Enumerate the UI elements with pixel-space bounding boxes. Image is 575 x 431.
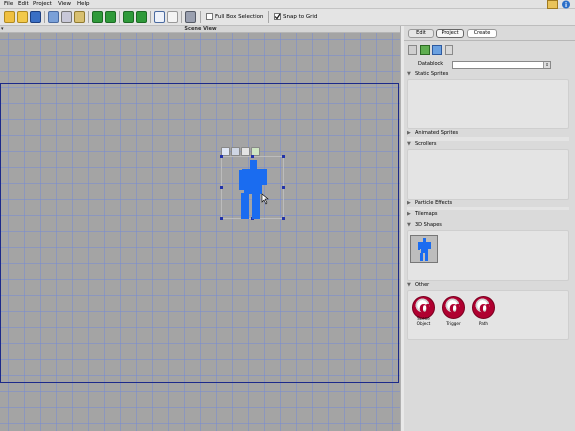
scene-object-item[interactable]: g Scene Object xyxy=(410,295,437,327)
toolbar-separator xyxy=(200,11,201,23)
copy-icon[interactable] xyxy=(61,11,72,23)
section-particle-effects[interactable]: ▶ Particle Effects xyxy=(407,200,569,207)
mail-icon[interactable] xyxy=(547,0,558,9)
tab-project[interactable]: Project xyxy=(436,29,464,38)
section-label: Other xyxy=(415,282,430,288)
full-box-selection-label: Full Box Selection xyxy=(215,14,264,20)
trigger-item[interactable]: g Trigger xyxy=(440,295,467,327)
image-blue-icon[interactable] xyxy=(432,45,442,55)
scene-view-title: Scene View xyxy=(184,26,217,32)
menu-project[interactable]: Project xyxy=(33,1,52,8)
path-logo-icon: g xyxy=(472,296,495,319)
cut-icon[interactable] xyxy=(48,11,59,23)
sprite-list-icon[interactable] xyxy=(408,45,417,55)
lock-tool-icon[interactable] xyxy=(241,147,250,156)
toolbar-separator xyxy=(268,11,269,23)
robot-thumbnail-icon xyxy=(418,238,431,261)
dropdown-arrow-icon: ⇕ xyxy=(543,62,550,68)
robot-figure-icon[interactable] xyxy=(222,157,285,220)
info-icon[interactable]: i xyxy=(561,0,572,9)
section-label: Animated Sprites xyxy=(415,130,459,136)
selection-box[interactable] xyxy=(220,155,285,220)
collapsed-triangle-icon: ▶ xyxy=(407,130,411,136)
full-box-selection-checkbox[interactable] xyxy=(206,13,213,20)
camera-view-icon[interactable] xyxy=(154,11,165,23)
toolbar: Full Box Selection Snap to Grid xyxy=(0,9,575,26)
expanded-triangle-icon: ▼ xyxy=(407,141,411,147)
3d-shapes-list xyxy=(407,230,569,281)
collapsed-triangle-icon: ▶ xyxy=(407,211,411,217)
other-list: g Scene Object g Trigger g Path xyxy=(407,290,569,340)
image-map-icon[interactable] xyxy=(420,45,430,55)
static-sprites-list xyxy=(407,79,569,129)
section-static-sprites[interactable]: ▼ Static Sprites xyxy=(407,71,569,78)
toolbar-separator xyxy=(44,11,45,23)
path-item[interactable]: g Path xyxy=(470,295,497,327)
scene-object-label: Scene Object xyxy=(416,316,431,326)
toolbar-separator xyxy=(150,11,151,23)
object-library-panel: Edit Project Create Datablock ⇕ ▼ Static … xyxy=(404,26,575,431)
toolbar-separator xyxy=(88,11,89,23)
toolbar-separator xyxy=(119,11,120,23)
section-animated-sprites[interactable]: ▶ Animated Sprites xyxy=(407,130,569,137)
collapse-arrow-icon[interactable]: ▾ xyxy=(1,26,4,33)
section-scrollers[interactable]: ▼ Scrollers xyxy=(407,141,569,148)
save-icon[interactable] xyxy=(30,11,41,23)
scene-view-header: ▾ Scene View xyxy=(0,26,401,33)
paste-icon[interactable] xyxy=(74,11,85,23)
section-label: Static Sprites xyxy=(415,71,449,77)
tab-edit[interactable]: Edit xyxy=(408,29,434,38)
panel-divider xyxy=(404,40,575,41)
expanded-triangle-icon: ▼ xyxy=(407,222,411,228)
section-other[interactable]: ▼ Other xyxy=(407,282,569,289)
undo-icon[interactable] xyxy=(92,11,103,23)
datablock-label: Datablock xyxy=(418,61,444,67)
section-label: Scrollers xyxy=(415,141,437,147)
trigger-label: Trigger xyxy=(446,321,461,326)
svg-text:i: i xyxy=(565,2,567,9)
folder-green-icon[interactable] xyxy=(123,11,134,23)
open-folder-icon[interactable] xyxy=(17,11,28,23)
menu-view[interactable]: View xyxy=(58,1,71,8)
snap-to-grid-label: Snap to Grid xyxy=(283,14,318,20)
tab-create[interactable]: Create xyxy=(467,29,497,38)
link-tool-icon[interactable] xyxy=(231,147,240,156)
section-label: Particle Effects xyxy=(415,200,453,206)
expanded-triangle-icon: ▼ xyxy=(407,282,411,288)
shape-thumbnail[interactable] xyxy=(410,235,438,263)
new-project-icon[interactable] xyxy=(4,11,15,23)
menu-help[interactable]: Help xyxy=(77,1,90,8)
datablock-dropdown[interactable]: ⇕ xyxy=(452,61,551,69)
collapsed-triangle-icon: ▶ xyxy=(407,200,411,206)
image-green-icon[interactable] xyxy=(136,11,147,23)
snap-to-grid-checkbox[interactable] xyxy=(274,13,281,20)
section-label: Tilemaps xyxy=(415,211,438,217)
menu-edit[interactable]: Edit xyxy=(18,1,29,8)
pointer-select-icon[interactable] xyxy=(167,11,178,23)
menu-file[interactable]: File xyxy=(4,1,13,8)
menu-bar: File Edit Project View Help i xyxy=(0,0,575,9)
monitor-icon[interactable] xyxy=(185,11,196,23)
redo-icon[interactable] xyxy=(105,11,116,23)
scrollers-list xyxy=(407,149,569,200)
section-separator xyxy=(407,207,569,210)
section-3d-shapes[interactable]: ▼ 3D Shapes xyxy=(407,222,569,229)
library-settings-icon[interactable] xyxy=(445,45,453,55)
expanded-triangle-icon: ▼ xyxy=(407,71,411,77)
camera-bounds xyxy=(0,83,399,383)
section-tilemaps[interactable]: ▶ Tilemaps xyxy=(407,211,569,218)
trigger-logo-icon: g xyxy=(442,296,465,319)
toolbar-separator xyxy=(181,11,182,23)
section-label: 3D Shapes xyxy=(415,222,442,228)
path-label: Path xyxy=(478,321,489,326)
